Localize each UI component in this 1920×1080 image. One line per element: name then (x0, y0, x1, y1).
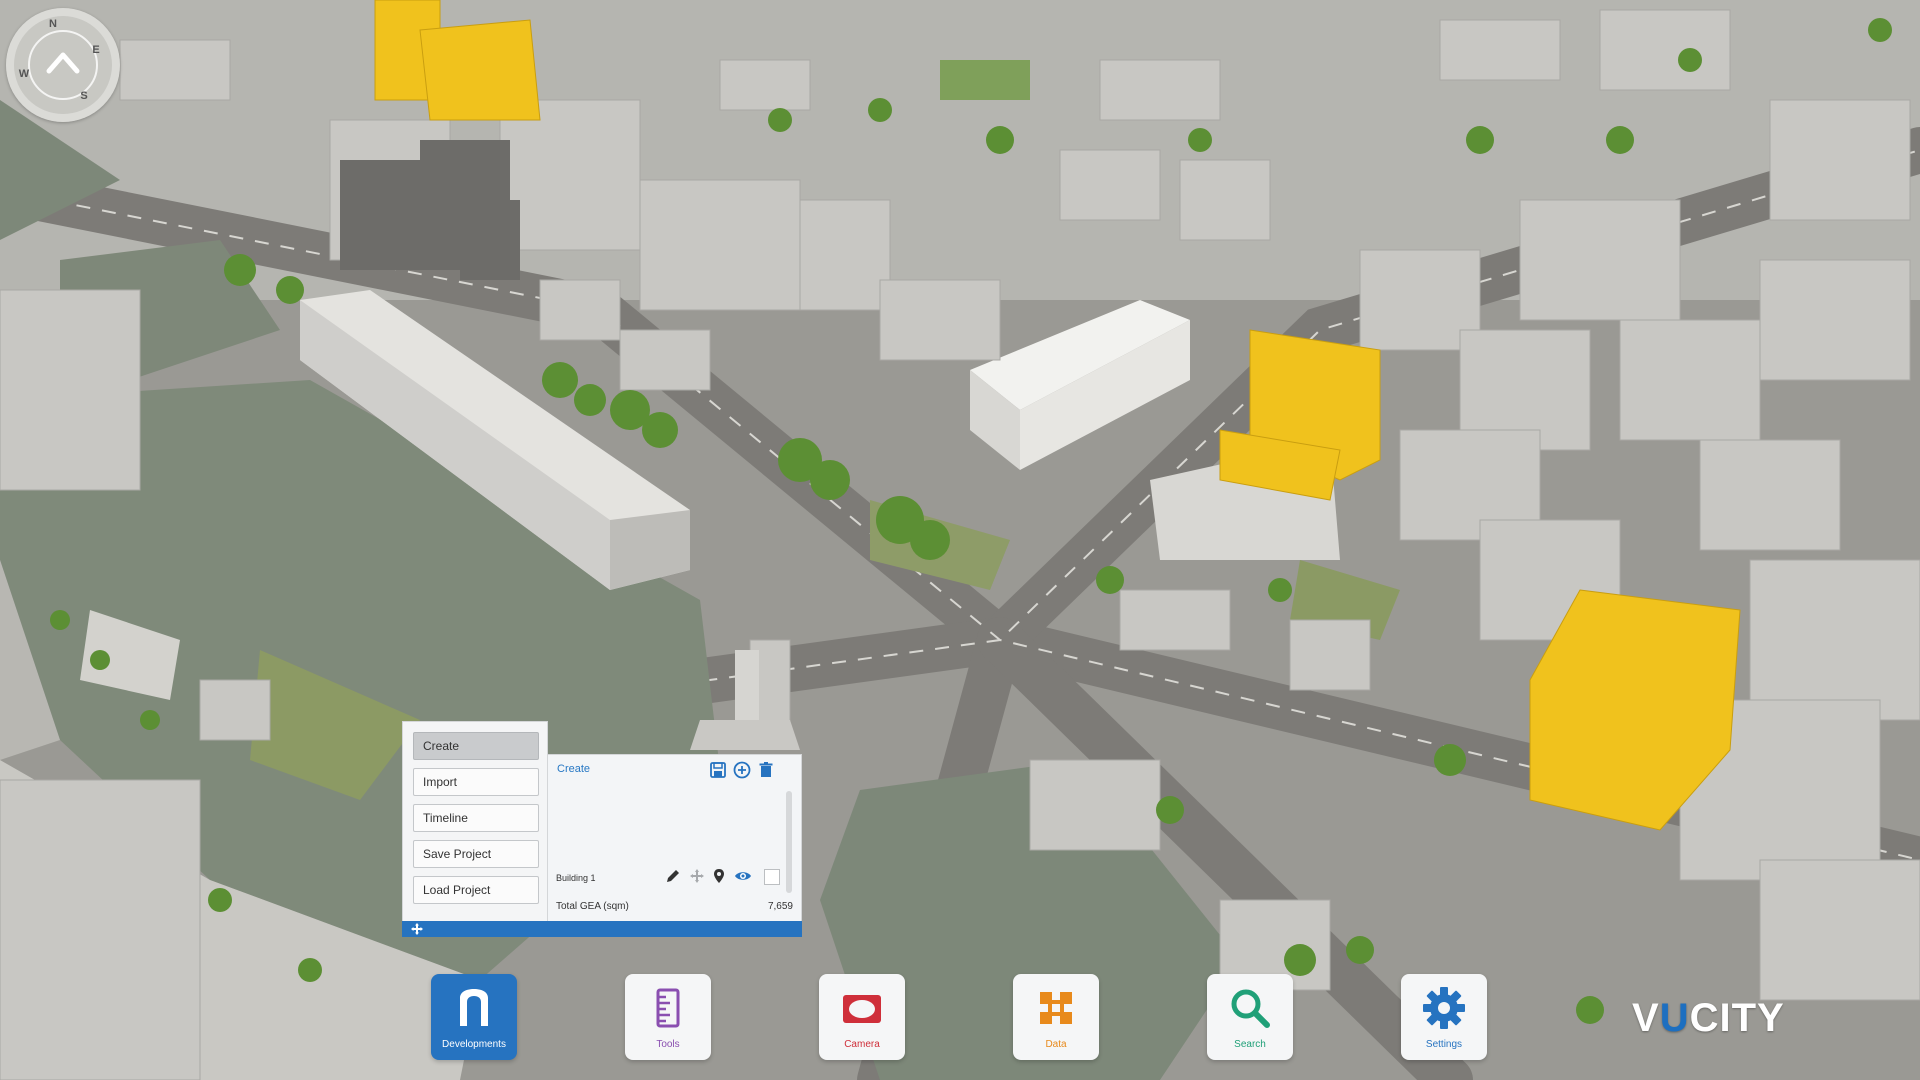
developments-button[interactable]: Developments (431, 974, 517, 1060)
add-circle-icon[interactable] (732, 760, 752, 780)
create-panel-title: Create (557, 763, 591, 775)
camera-icon (843, 995, 881, 1023)
compass-arrow-icon (46, 52, 80, 74)
search-icon (1231, 989, 1270, 1028)
load-project-button[interactable]: Load Project (413, 876, 539, 904)
building-name: Building 1 (556, 873, 596, 883)
developments-label: Developments (442, 1039, 506, 1050)
save-icon[interactable] (708, 760, 728, 780)
vucity-logo: VUCITY (1632, 996, 1785, 1040)
camera-button[interactable]: Camera (819, 974, 905, 1060)
ruler-icon (656, 988, 680, 1028)
camera-label: Camera (844, 1039, 880, 1050)
create-panel: Create Building 1 Total GEA (sqm) 7,659 (548, 754, 802, 937)
pencil-icon[interactable] (664, 867, 682, 885)
building-visibility-checkbox[interactable] (764, 869, 780, 885)
search-label: Search (1234, 1039, 1266, 1050)
import-button[interactable]: Import (413, 768, 539, 796)
dark-buildings (340, 140, 520, 280)
compass-west: W (18, 68, 30, 80)
timeline-button[interactable]: Timeline (413, 804, 539, 832)
city-3d-view[interactable] (0, 0, 1920, 1080)
save-project-button[interactable]: Save Project (413, 840, 539, 868)
trash-icon[interactable] (756, 760, 776, 780)
settings-label: Settings (1425, 1039, 1463, 1050)
drag-handle-icon[interactable] (410, 922, 424, 936)
data-label: Data (1045, 1039, 1067, 1050)
create-button[interactable]: Create (413, 732, 539, 760)
search-button[interactable]: Search (1207, 974, 1293, 1060)
tools-label: Tools (656, 1039, 680, 1050)
settings-button[interactable]: Settings (1401, 974, 1487, 1060)
data-icon (1040, 992, 1072, 1024)
total-gea-label: Total GEA (sqm) (556, 901, 629, 912)
data-button[interactable]: Data (1013, 974, 1099, 1060)
total-gea-value: 7,659 (767, 901, 793, 912)
gear-icon (1423, 987, 1465, 1029)
developments-menu: Create Import Timeline Save Project Load… (402, 721, 548, 937)
eye-icon[interactable] (734, 867, 752, 885)
location-pin-icon[interactable] (710, 867, 728, 885)
panel-footer-bar (402, 921, 802, 937)
compass-east: E (92, 44, 100, 56)
move-icon[interactable] (688, 867, 706, 885)
tools-button[interactable]: Tools (625, 974, 711, 1060)
compass-south: S (80, 90, 88, 102)
compass-widget[interactable]: N E S W (6, 8, 120, 122)
building-arch-icon (460, 989, 488, 1026)
compass-north: N (49, 18, 57, 30)
panel-scrollbar[interactable] (786, 791, 792, 893)
